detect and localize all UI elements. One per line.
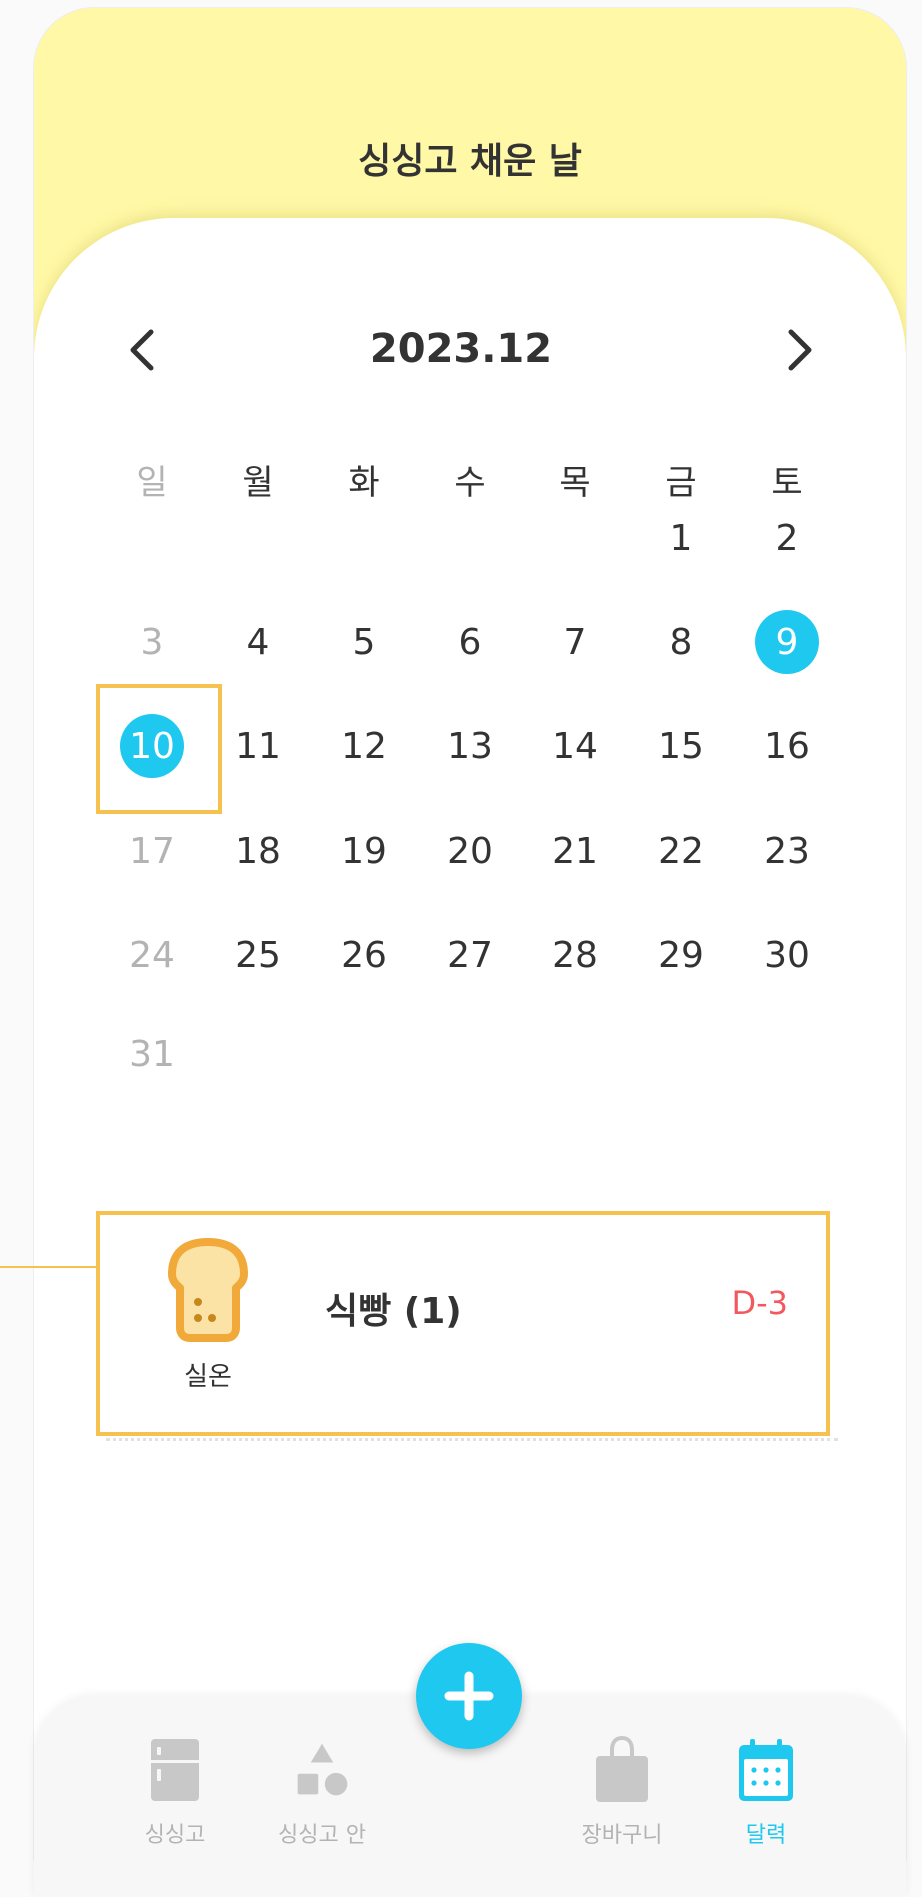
food-item-icon: [128, 1228, 288, 1348]
weekday-label: 화: [348, 463, 380, 503]
weekday-label: 토: [771, 463, 803, 503]
calendar-day[interactable]: 3: [120, 610, 184, 674]
page-title: 싱싱고 채운 날: [358, 141, 582, 182]
calendar-day[interactable]: 9: [755, 610, 819, 674]
annotation-connector: [0, 1266, 96, 1268]
calendar-day[interactable]: 28: [543, 923, 607, 987]
weekday-label: 수: [454, 463, 486, 503]
calendar-day[interactable]: 8: [649, 610, 713, 674]
calendar-day[interactable]: 30: [755, 923, 819, 987]
calendar-day[interactable]: 21: [543, 819, 607, 883]
calendar-day[interactable]: 4: [226, 610, 290, 674]
fridge-icon: [151, 1739, 199, 1801]
calendar-day[interactable]: 29: [649, 923, 713, 987]
calendar-day[interactable]: 16: [755, 714, 819, 778]
calendar-day[interactable]: 14: [543, 714, 607, 778]
calendar-day[interactable]: 26: [332, 923, 396, 987]
calendar-day[interactable]: 27: [438, 923, 502, 987]
plus-icon: [444, 1671, 494, 1721]
calendar-day[interactable]: 6: [438, 610, 502, 674]
calendar-day[interactable]: 23: [755, 819, 819, 883]
calendar-day[interactable]: 7: [543, 610, 607, 674]
weekday-label: 일: [136, 463, 168, 503]
calendar-day[interactable]: 19: [332, 819, 396, 883]
tab-shopping-basket[interactable]: 장바구니: [552, 1735, 692, 1849]
chevron-right-icon: [788, 329, 812, 371]
shopping-bag-icon: [596, 1736, 648, 1802]
shapes-icon: [297, 1743, 348, 1796]
calendar-day[interactable]: 11: [226, 714, 290, 778]
next-month-button[interactable]: [772, 320, 828, 380]
calendar-day[interactable]: 24: [120, 923, 184, 987]
tab-fridge-inside[interactable]: 싱싱고 안: [252, 1735, 392, 1849]
calendar-day[interactable]: 5: [332, 610, 396, 674]
calendar-day[interactable]: 20: [438, 819, 502, 883]
calendar-day[interactable]: 13: [438, 714, 502, 778]
calendar-day[interactable]: 15: [649, 714, 713, 778]
weekday-label: 월: [242, 463, 274, 503]
food-item-name: 식빵 (1): [325, 1291, 462, 1332]
selected-day-highlight: [96, 684, 222, 814]
calendar-day[interactable]: 18: [226, 819, 290, 883]
calendar-day[interactable]: 2: [755, 506, 819, 570]
tab-label: 싱싱고: [144, 1823, 206, 1848]
calendar-day[interactable]: 22: [649, 819, 713, 883]
bread-icon: [168, 1238, 248, 1342]
calendar-day[interactable]: 12: [332, 714, 396, 778]
add-item-button[interactable]: [416, 1643, 522, 1749]
calendar-icon: [739, 1739, 793, 1801]
tab-fridge[interactable]: 싱싱고: [105, 1735, 245, 1849]
storage-type-label: 실온: [184, 1362, 232, 1392]
item-divider: [106, 1438, 838, 1441]
weekday-label: 금: [665, 463, 697, 503]
calendar-day[interactable]: 31: [120, 1022, 184, 1086]
calendar-day[interactable]: 17: [120, 819, 184, 883]
dday-badge: D-3: [731, 1284, 788, 1322]
tab-label: 달력: [745, 1823, 787, 1848]
calendar-day[interactable]: 25: [226, 923, 290, 987]
calendar-day[interactable]: 1: [649, 506, 713, 570]
tab-calendar[interactable]: 달력: [696, 1735, 836, 1849]
tab-label: 장바구니: [581, 1823, 663, 1848]
tab-label: 싱싱고 안: [278, 1823, 366, 1848]
weekday-label: 목: [559, 463, 591, 503]
